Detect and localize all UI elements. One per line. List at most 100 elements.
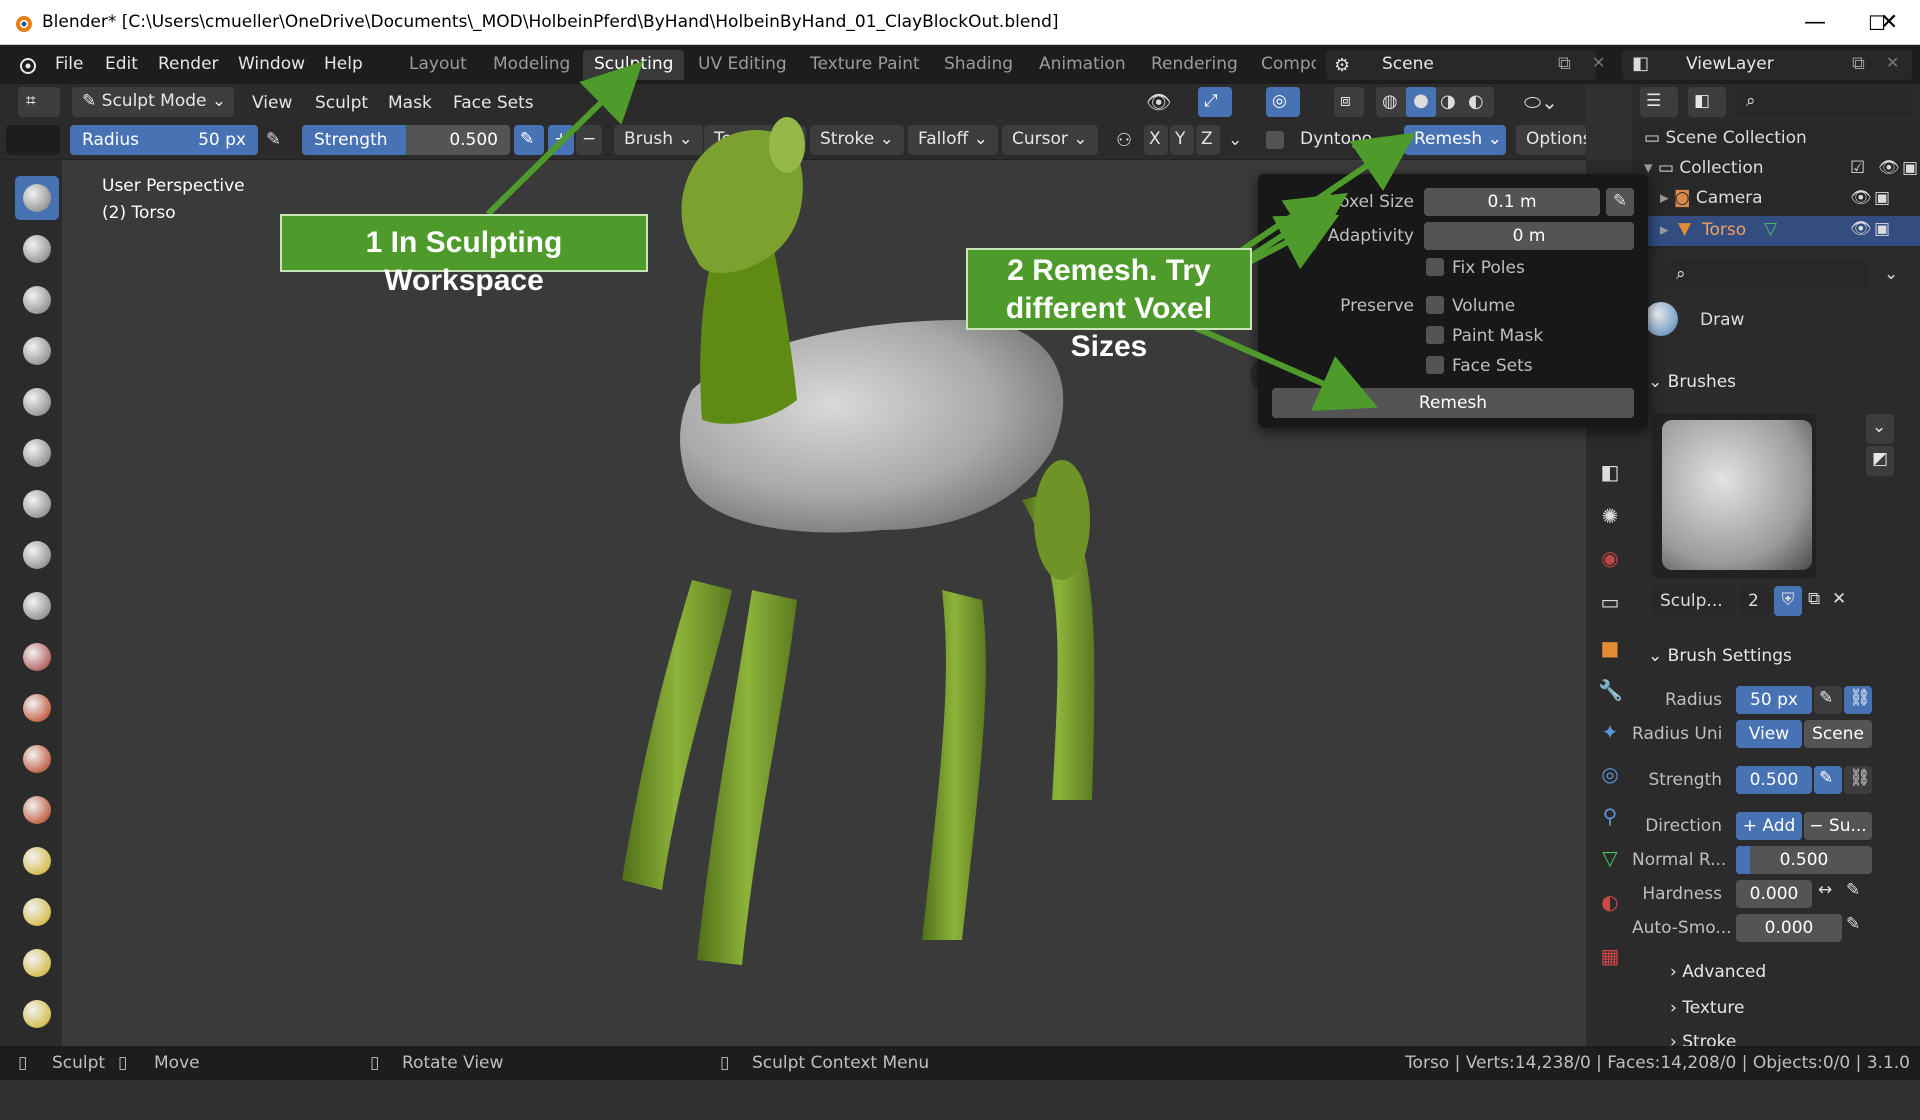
properties-options-icon[interactable]: ⌄ [1884,264,1898,284]
axis-x-toggle[interactable]: X [1144,125,1168,155]
object-tab-icon[interactable]: ■ [1598,636,1622,660]
clay-thumb-brush-tool[interactable] [15,380,59,424]
volume-checkbox[interactable] [1426,296,1444,314]
overlay-toggle-icon[interactable]: ◎ [1266,87,1300,117]
scrape-brush-tool[interactable] [15,788,59,832]
tab-texture-paint[interactable]: Texture Paint [799,50,931,80]
tab-animation[interactable]: Animation [1028,50,1137,80]
tab-compositing[interactable]: Compo [1250,50,1316,80]
radius-prop-field[interactable]: 50 px [1736,686,1812,714]
clay-strips-brush-tool[interactable] [15,329,59,373]
brush-image-icon[interactable]: ◩ [1866,446,1894,476]
shading-options-icon[interactable]: ⬭⌄ [1524,90,1558,114]
menu-mask[interactable]: Mask [388,93,432,113]
outliner-display-icon[interactable]: ☰ [1640,87,1678,117]
tab-shading[interactable]: Shading [933,50,1024,80]
dyntopo-menu[interactable]: Dyntopo ⌄ [1290,125,1402,155]
options-menu[interactable]: Options [1516,125,1586,155]
remove-scene-icon[interactable]: ✕ [1592,53,1605,72]
radius-unit-scene-button[interactable]: Scene [1804,720,1872,748]
viewlayer-selector[interactable]: ViewLayer [1622,50,1912,80]
draw-sharp-brush-tool[interactable] [15,227,59,271]
axis-z-toggle[interactable]: Z [1196,125,1220,155]
constraints-tab-icon[interactable]: ⚲ [1598,804,1622,828]
smooth-brush-tool[interactable] [15,635,59,679]
brush-settings-section-header[interactable]: ⌄ Brush Settings [1648,646,1792,666]
editor-type-icon[interactable]: ⌗ [18,87,60,117]
remove-viewlayer-icon[interactable]: ✕ [1886,53,1899,72]
tab-rendering[interactable]: Rendering [1140,50,1249,80]
scene-tab-icon[interactable]: ✺ [1598,504,1622,528]
add-direction-icon[interactable]: + [548,125,574,155]
particles-tab-icon[interactable]: ✦ [1598,720,1622,744]
eyedropper-icon[interactable]: ✎ [1606,188,1634,216]
face-sets-checkbox[interactable] [1426,356,1444,374]
radius-unit-view-button[interactable]: View [1736,720,1802,748]
exclude-checkbox-icon[interactable]: ☑ [1850,158,1865,178]
clay-brush-tool[interactable] [15,278,59,322]
physics-tab-icon[interactable]: ◎ [1598,762,1622,786]
collection-row[interactable]: ▾ ▭ Collection ☑ 👁 ▣ [1644,158,1918,178]
strength-slider[interactable]: Strength 0.500 [302,125,510,155]
outliner-search-input[interactable]: ⌕ [1736,87,1912,117]
snake-hook-brush-tool[interactable] [15,992,59,1036]
radius-lock-icon[interactable]: ⛓ [1844,686,1872,714]
falloff-menu[interactable]: Falloff ⌄ [908,125,998,155]
stroke-menu[interactable]: Stroke ⌄ [810,125,904,155]
tab-modeling[interactable]: Modeling [482,50,581,80]
xray-toggle-icon[interactable]: ⧈ [1334,87,1364,117]
camera-row[interactable]: ▸ ◙ Camera 👁 ▣ [1660,188,1914,208]
brushes-section-header[interactable]: ⌄ Brushes [1648,372,1736,392]
menu-edit[interactable]: Edit [105,54,138,74]
menu-window[interactable]: Window [238,54,305,74]
outliner-filter-icon[interactable]: ◧ [1688,87,1726,117]
camera-render-icon[interactable]: ▣ [1874,188,1890,208]
rendered-shading-icon[interactable]: ◐ [1468,91,1484,112]
fake-user-shield-icon[interactable]: ⛨ [1774,586,1802,616]
draw-brush-tool[interactable] [15,176,59,220]
subtract-direction-icon[interactable]: − [576,125,602,155]
scene-selector[interactable]: Scene [1326,50,1596,80]
radius-slider[interactable]: Radius 50 px [70,125,258,155]
eye-icon[interactable]: 👁 [1850,188,1872,208]
hardness-field[interactable]: 0.000 [1736,880,1812,908]
advanced-section-header[interactable]: › Advanced [1670,962,1766,982]
layer-brush-tool[interactable] [15,431,59,475]
menu-help[interactable]: Help [324,54,363,74]
axis-y-toggle[interactable]: Y [1170,125,1194,155]
brush-browse-icon[interactable]: ⌄ [1866,414,1894,444]
brush-slot-name[interactable]: Sculp... [1652,586,1736,616]
pressure-strength-icon[interactable]: ✎ [514,125,544,155]
remesh-menu[interactable]: Remesh ⌄ [1404,125,1506,155]
mesh-data-icon[interactable]: ▽ [1764,219,1777,239]
data-tab-icon[interactable]: ▽ [1598,846,1622,870]
eye-icon[interactable]: 👁 [1878,158,1900,178]
material-tab-icon[interactable]: ◐ [1598,890,1622,914]
texture-tab-icon[interactable]: ▦ [1598,944,1622,968]
wireframe-shading-icon[interactable]: ◍ [1382,91,1398,112]
tab-sculpting[interactable]: Sculpting [583,50,685,80]
minimize-button[interactable]: — [1784,0,1846,45]
brush-menu[interactable]: Brush ⌄ [614,125,703,155]
blender-menu-icon[interactable] [16,54,38,76]
inflate-brush-tool[interactable] [15,482,59,526]
scene-collection-row[interactable]: ▭ Scene Collection [1644,128,1807,148]
hardness-pressure-icon[interactable]: ✎ [1846,880,1860,900]
grab-brush-tool[interactable] [15,941,59,985]
crease-brush-tool[interactable] [15,584,59,628]
properties-search-input[interactable]: ⌕ [1666,260,1870,290]
texture-section-header[interactable]: › Texture [1670,998,1744,1018]
flatten-brush-tool[interactable] [15,686,59,730]
stroke-section-header[interactable]: › Stroke [1670,1032,1736,1046]
symmetry-dropdown-icon[interactable]: ⌄ [1228,130,1242,150]
menu-file[interactable]: File [55,54,83,74]
modifier-tab-icon[interactable]: 🔧 [1598,678,1623,702]
pinch-brush-tool[interactable] [15,890,59,934]
visibility-icon[interactable]: 👁 [1146,90,1171,114]
dyntopo-checkbox[interactable] [1266,131,1284,149]
direction-add-button[interactable]: + Add [1736,812,1802,840]
autosmooth-pressure-icon[interactable]: ✎ [1846,914,1860,934]
camera-render-icon[interactable]: ▣ [1874,219,1890,239]
cursor-menu[interactable]: Cursor ⌄ [1002,125,1098,155]
collection-tab-icon[interactable]: ▭ [1598,590,1622,614]
